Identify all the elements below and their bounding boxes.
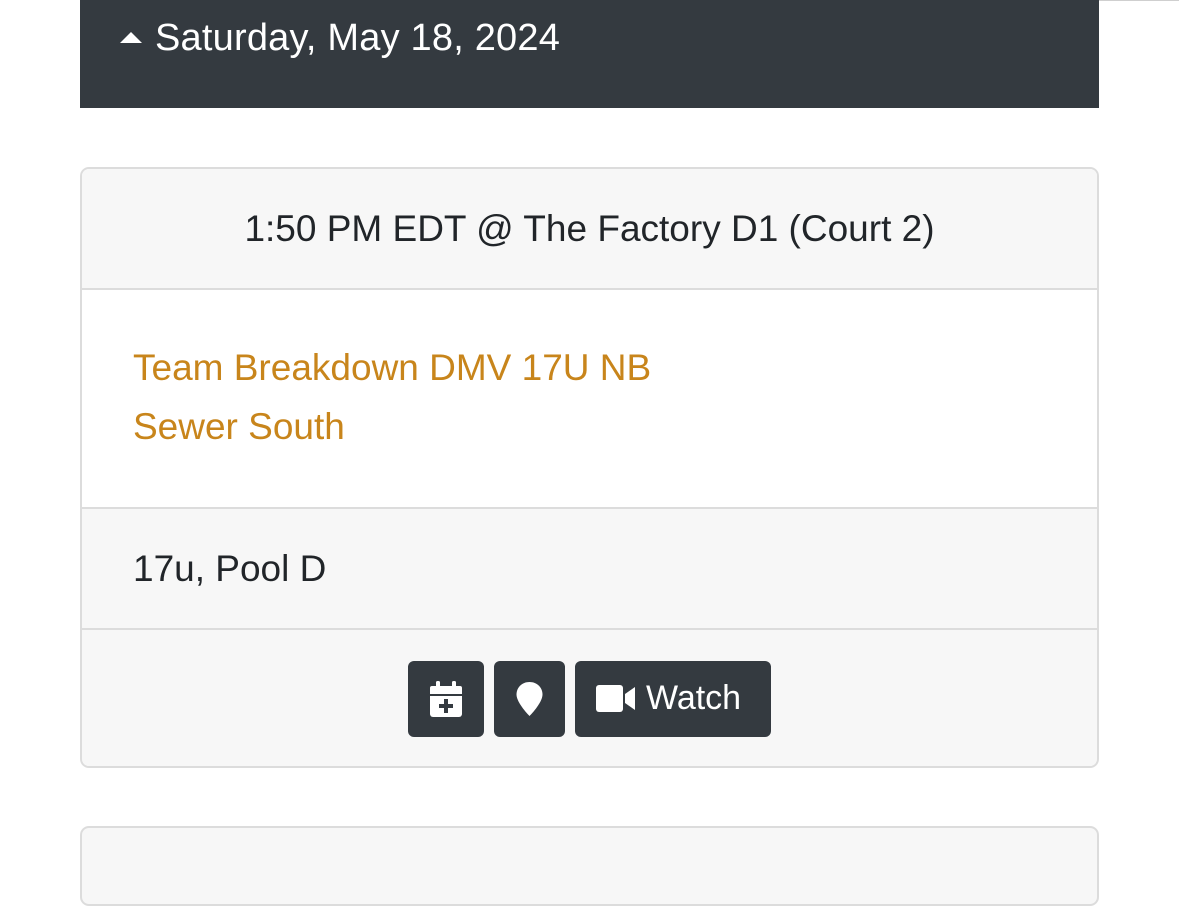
map-location-button[interactable] (494, 661, 565, 737)
game-card: 1:50 PM EDT @ The Factory D1 (Court 2) T… (80, 167, 1099, 768)
team-link-away[interactable]: Sewer South (133, 405, 345, 449)
game-division: 17u, Pool D (133, 548, 327, 589)
game-card-teams: Team Breakdown DMV 17U NB Sewer South (82, 290, 1097, 509)
video-camera-icon (596, 685, 635, 712)
game-division-row: 17u, Pool D (82, 509, 1097, 630)
top-divider (1099, 0, 1179, 1)
add-to-calendar-button[interactable] (408, 661, 484, 737)
next-game-card (80, 826, 1099, 906)
calendar-plus-icon (430, 681, 462, 717)
game-time-venue: 1:50 PM EDT @ The Factory D1 (Court 2) (244, 208, 935, 249)
map-marker-icon (516, 682, 543, 716)
game-card-header: 1:50 PM EDT @ The Factory D1 (Court 2) (82, 169, 1097, 290)
game-card-actions: Watch (82, 630, 1097, 766)
watch-button[interactable]: Watch (575, 661, 771, 737)
day-title: Saturday, May 18, 2024 (155, 17, 561, 59)
watch-button-label: Watch (646, 679, 742, 717)
team-link-home[interactable]: Team Breakdown DMV 17U NB (133, 346, 651, 390)
caret-up-icon (120, 32, 142, 43)
day-header[interactable]: Saturday, May 18, 2024 (80, 0, 1099, 108)
